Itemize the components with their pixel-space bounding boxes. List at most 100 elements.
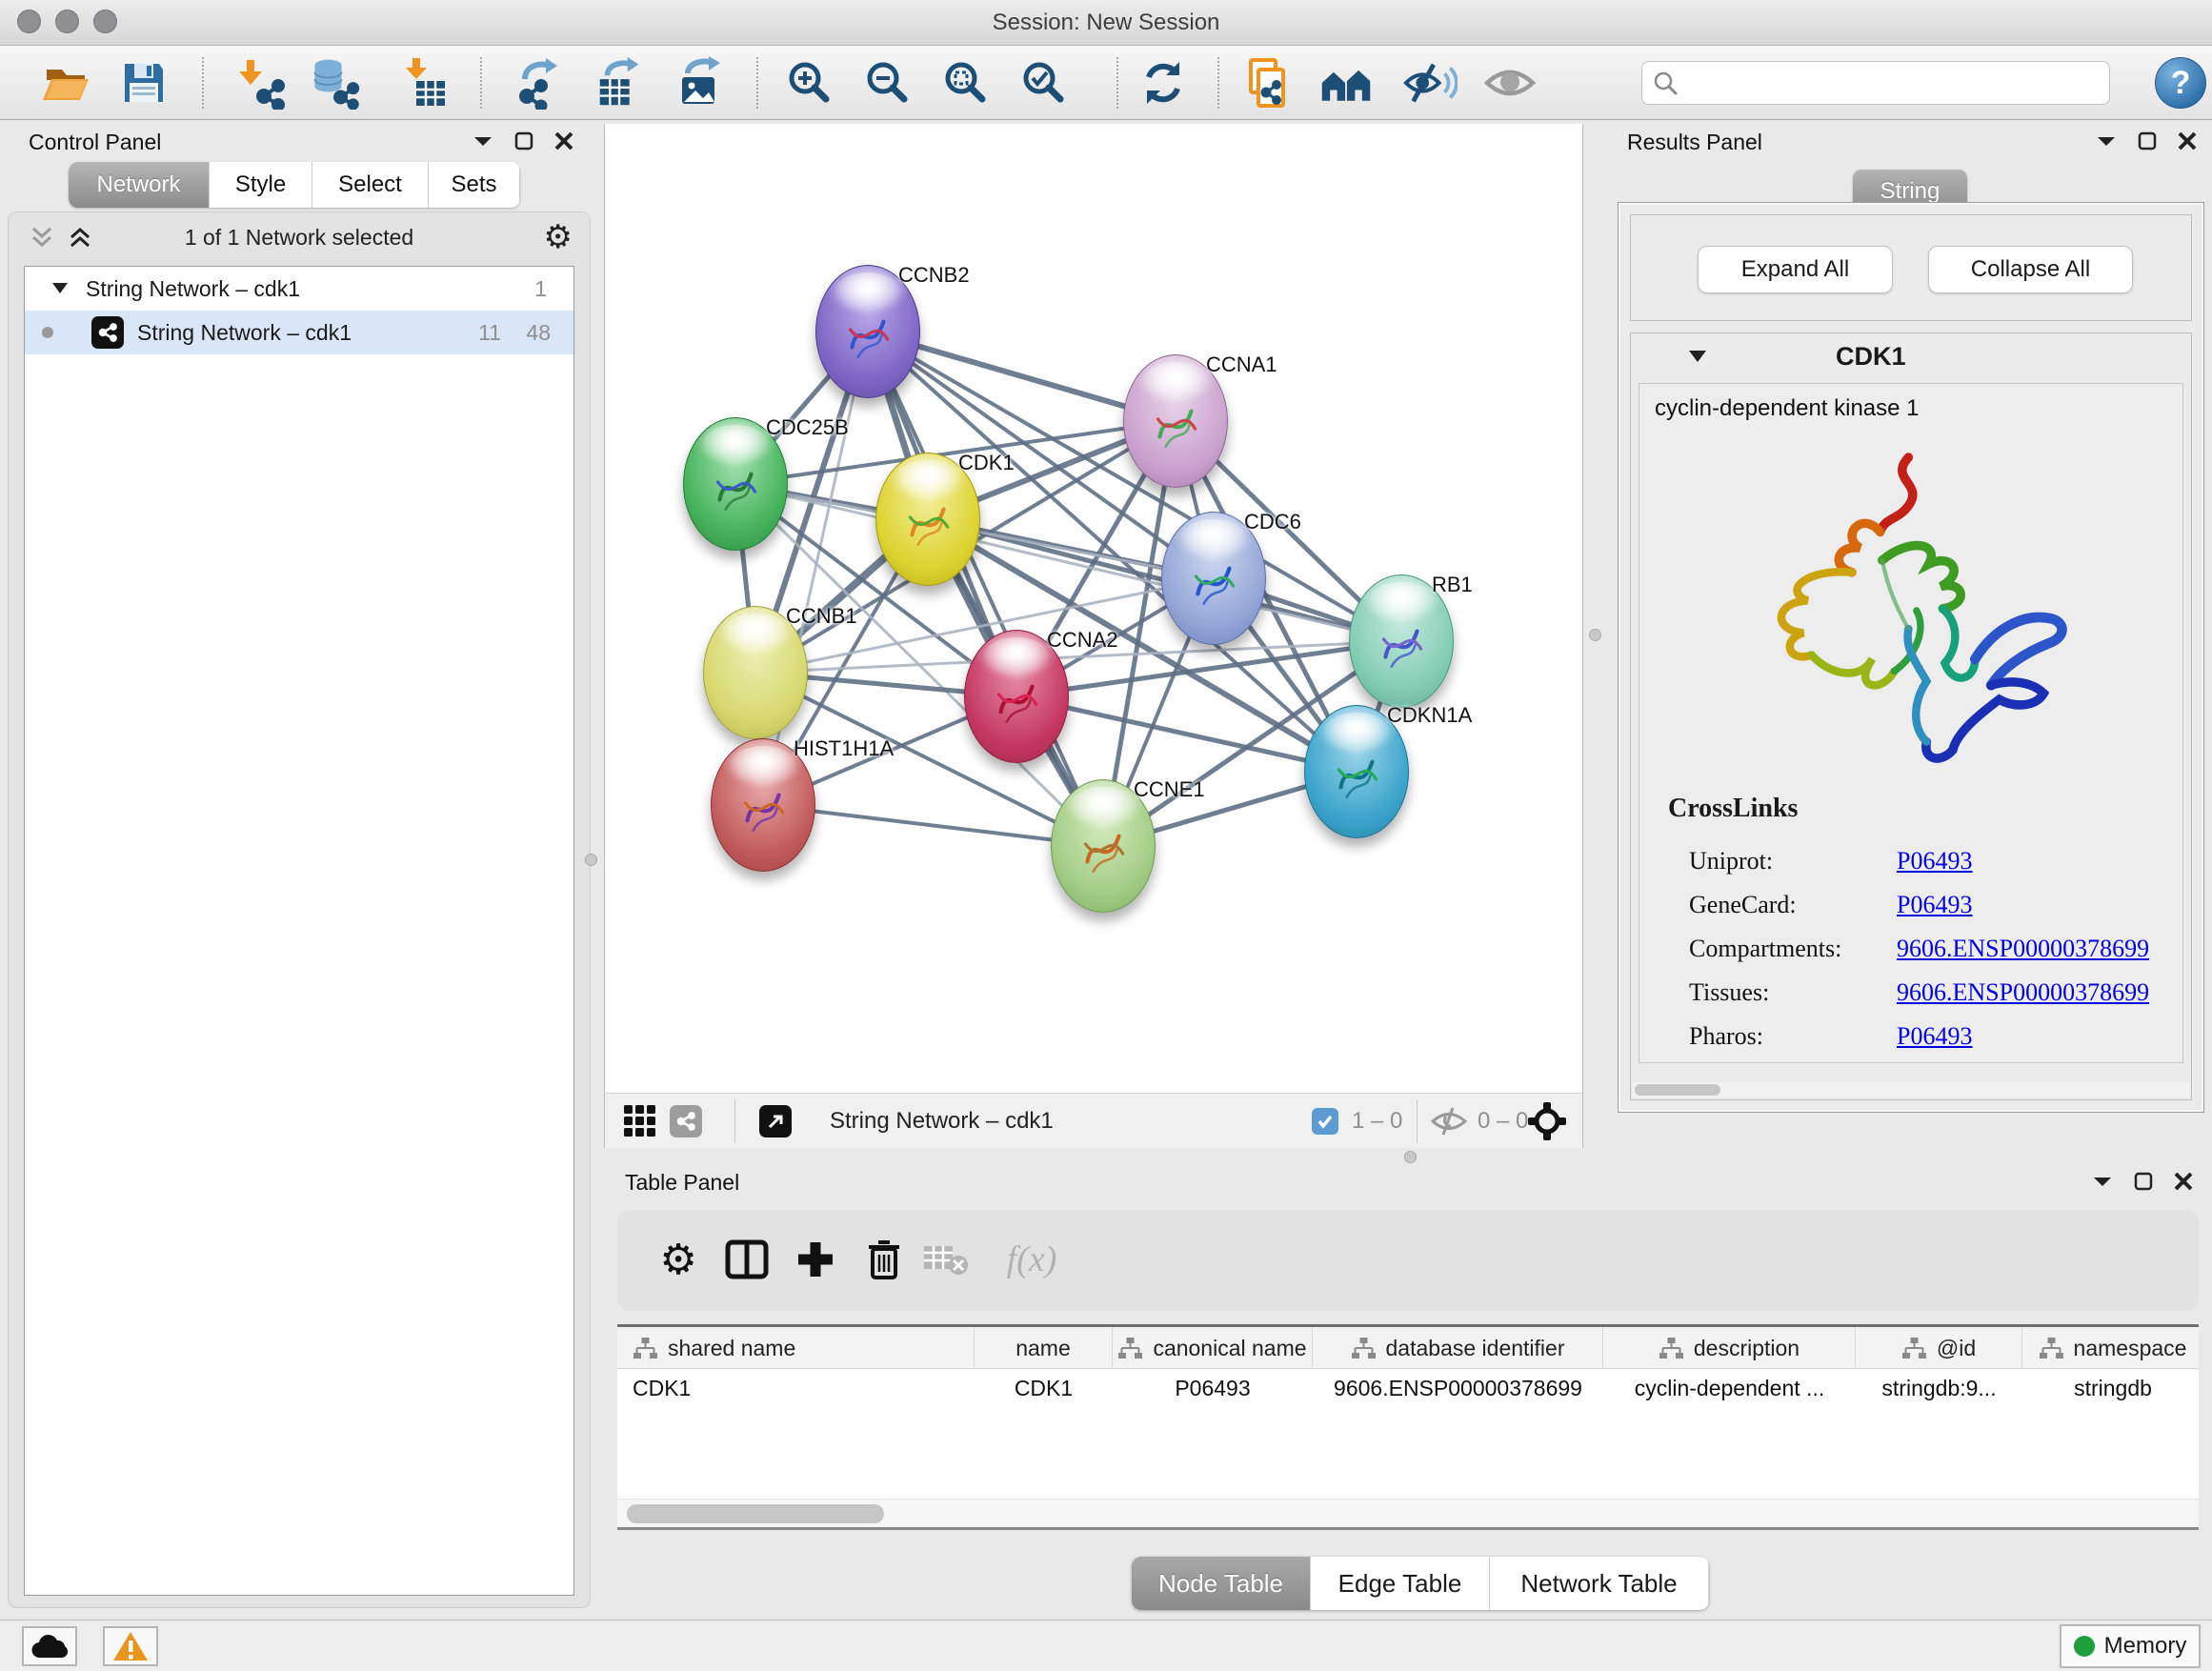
collapse-all-button[interactable]: Collapse All xyxy=(1928,246,2133,293)
left-splitter-handle[interactable] xyxy=(585,854,597,866)
column-header-2[interactable]: canonical name xyxy=(1113,1327,1313,1369)
network-edge-ccnb2-hist1h1a[interactable] xyxy=(763,332,868,805)
collapse-panel-icon[interactable] xyxy=(473,133,493,149)
column-type-icon xyxy=(1117,1337,1143,1360)
bottom-splitter-handle[interactable] xyxy=(1404,1151,1417,1163)
column-header-4[interactable]: description xyxy=(1603,1327,1856,1369)
network-options-gear-icon[interactable]: ⚙ xyxy=(544,218,573,256)
right-splitter-handle[interactable] xyxy=(1589,629,1601,641)
close-panel-icon[interactable] xyxy=(554,131,573,151)
column-header-6[interactable]: namespace xyxy=(2022,1327,2199,1369)
birdseye-view-button[interactable] xyxy=(759,1094,792,1149)
create-column-button[interactable] xyxy=(789,1233,842,1286)
clone-network-button[interactable] xyxy=(1238,55,1294,111)
crosslink-value-2[interactable]: 9606.ENSP00000378699 xyxy=(1897,935,2149,963)
column-header-3[interactable]: database identifier xyxy=(1313,1327,1603,1369)
tab-edge-table[interactable]: Edge Table xyxy=(1311,1557,1490,1610)
zoom-fit-button[interactable] xyxy=(937,55,993,111)
table-cell-2: P06493 xyxy=(1113,1369,1313,1407)
import-network-database-button[interactable] xyxy=(307,55,362,111)
delete-column-button[interactable] xyxy=(857,1233,911,1286)
delete-table-button[interactable] xyxy=(920,1233,974,1286)
expand-all-button[interactable]: Expand All xyxy=(1698,246,1893,293)
memory-button[interactable]: Memory xyxy=(2060,1624,2201,1668)
network-row[interactable]: String Network – cdk1 11 48 xyxy=(25,311,573,354)
export-image-button[interactable] xyxy=(674,55,730,111)
zoom-in-button[interactable] xyxy=(781,55,836,111)
tab-select[interactable]: Select xyxy=(312,162,429,208)
reposition-button[interactable] xyxy=(1527,1094,1567,1149)
crosslink-row: Pharos:P06493 xyxy=(1689,1015,2165,1058)
function-builder-button[interactable]: f(x) xyxy=(989,1233,1075,1286)
window-title: Session: New Session xyxy=(0,0,2212,46)
export-network-button[interactable] xyxy=(513,55,568,111)
float-panel-icon[interactable] xyxy=(514,131,533,151)
collapse-panel-icon[interactable] xyxy=(2096,133,2117,149)
search-input[interactable] xyxy=(1686,70,2109,95)
close-panel-icon[interactable] xyxy=(2174,1172,2193,1191)
table-options-gear-icon[interactable]: ⚙ xyxy=(652,1233,705,1286)
tab-style[interactable]: Style xyxy=(210,162,312,208)
zoom-selected-button[interactable] xyxy=(1016,55,1071,111)
network-view-mode-button[interactable] xyxy=(670,1094,702,1149)
crosslink-value-1[interactable]: P06493 xyxy=(1897,891,1972,919)
crosslink-value-0[interactable]: P06493 xyxy=(1897,847,1972,876)
tab-network[interactable]: Network xyxy=(69,162,210,208)
network-selection-row: 1 of 1 Network selected ⚙ xyxy=(9,212,590,262)
zoom-out-button[interactable] xyxy=(859,55,915,111)
results-hscrollbar[interactable] xyxy=(1633,1082,2189,1097)
import-table-file-button[interactable] xyxy=(398,55,453,111)
column-header-5[interactable]: @id xyxy=(1856,1327,2022,1369)
network-collection-row[interactable]: String Network – cdk1 1 xyxy=(25,267,573,311)
tab-sets[interactable]: Sets xyxy=(429,162,520,208)
close-panel-icon[interactable] xyxy=(2178,131,2197,151)
help-button[interactable]: ? xyxy=(2155,57,2206,109)
hidden-toggle[interactable] xyxy=(1430,1094,1468,1149)
hide-glass-effect-button[interactable] xyxy=(1402,55,1458,111)
show-columns-button[interactable] xyxy=(720,1233,774,1286)
collapse-panel-icon[interactable] xyxy=(2092,1174,2113,1189)
cloud-status-button[interactable] xyxy=(22,1626,77,1666)
tab-network-table[interactable]: Network Table xyxy=(1490,1557,1709,1610)
column-type-icon xyxy=(1901,1337,1927,1360)
float-panel-icon[interactable] xyxy=(2138,131,2157,151)
warning-status-button[interactable] xyxy=(103,1626,158,1666)
save-session-button[interactable] xyxy=(116,55,171,111)
selected-checkbox[interactable] xyxy=(1312,1094,1338,1149)
table-hscroll-thumb[interactable] xyxy=(627,1504,884,1523)
export-table-button[interactable] xyxy=(593,55,648,111)
refresh-button[interactable] xyxy=(1136,55,1191,111)
float-panel-icon[interactable] xyxy=(2134,1172,2153,1191)
node-label-ccna2: CCNA2 xyxy=(1047,628,1118,653)
gene-header[interactable]: CDK1 xyxy=(1631,333,2191,379)
title-bar: Session: New Session xyxy=(0,0,2212,46)
toolbar-separator xyxy=(202,57,204,109)
table-hscrollbar[interactable] xyxy=(617,1499,2199,1527)
crosslink-row: Compartments:9606.ENSP00000378699 xyxy=(1689,927,2165,971)
column-header-0[interactable]: shared name xyxy=(617,1327,975,1369)
tab-node-table[interactable]: Node Table xyxy=(1132,1557,1311,1610)
open-session-button[interactable] xyxy=(38,55,93,111)
table-row[interactable]: CDK1CDK1P064939606.ENSP00000378699cyclin… xyxy=(617,1369,2199,1407)
crosslink-label-0: Uniprot: xyxy=(1689,847,1897,876)
collapse-gene-icon[interactable] xyxy=(1688,350,1707,364)
network-canvas[interactable]: CCNB2CCNA1CDC25BCDK1CDC6RB1CCNB1CCNA2CDK… xyxy=(604,124,1583,1093)
column-header-1[interactable]: name xyxy=(975,1327,1113,1369)
crosslink-value-3[interactable]: 9606.ENSP00000378699 xyxy=(1897,978,2149,1007)
string-home-button[interactable] xyxy=(1318,55,1374,111)
grid-view-button[interactable] xyxy=(622,1094,658,1149)
houses-icon xyxy=(1318,56,1374,110)
tree-expand-icon[interactable] xyxy=(51,282,69,295)
node-structure-icon xyxy=(706,452,765,522)
network-edge-ccnb2-ccne1[interactable] xyxy=(868,332,1103,846)
search-field[interactable] xyxy=(1641,61,2110,105)
table-panel-title: Table Panel xyxy=(625,1170,739,1196)
crosslink-value-4[interactable]: P06493 xyxy=(1897,1022,1972,1051)
show-glass-effect-button[interactable] xyxy=(1482,55,1538,111)
node-structure-icon xyxy=(1146,389,1205,459)
selected-node-edge-counts: 1 – 0 xyxy=(1352,1094,1402,1149)
results-hscroll-thumb[interactable] xyxy=(1635,1084,1720,1096)
node-label-ccne1: CCNE1 xyxy=(1134,777,1205,802)
column-header-label: shared name xyxy=(668,1336,795,1361)
import-network-file-button[interactable] xyxy=(234,55,290,111)
